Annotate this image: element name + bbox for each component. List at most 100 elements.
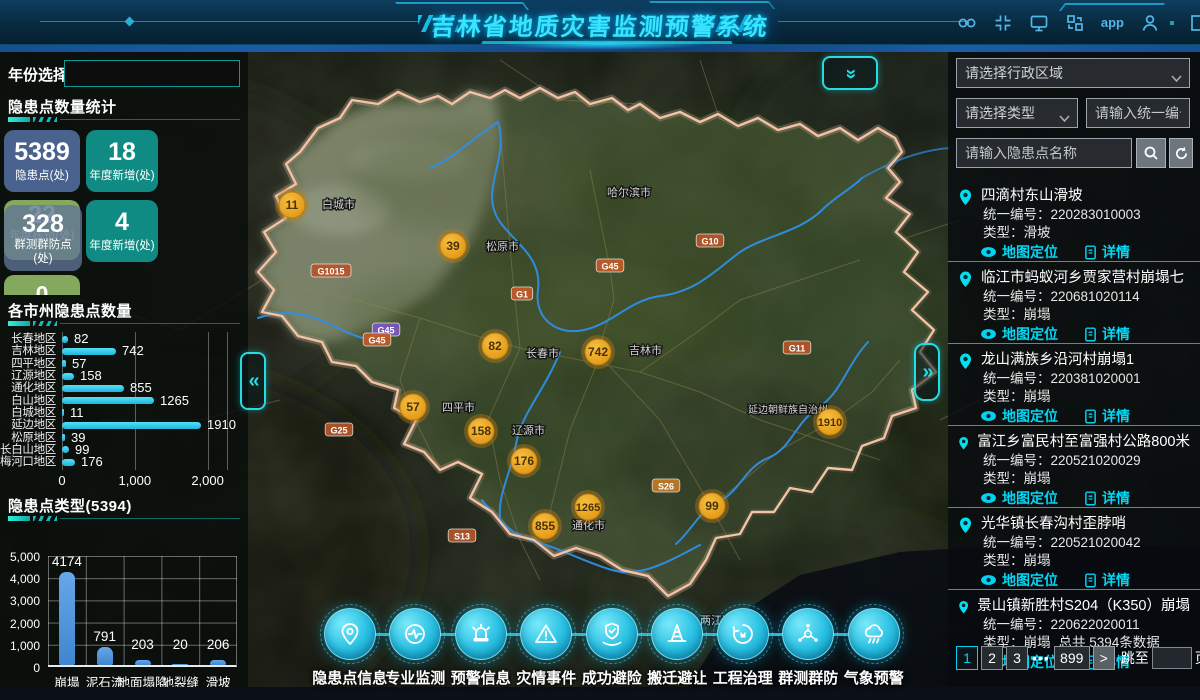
map-cluster-marker[interactable]: 855 xyxy=(528,509,562,543)
detail-link[interactable]: 详情 xyxy=(1084,407,1130,425)
name-input[interactable] xyxy=(956,138,1132,168)
user-icon[interactable] xyxy=(1140,13,1160,33)
region-chart-category: 通化地区 xyxy=(0,382,56,394)
region-select[interactable]: 请选择行政区域 xyxy=(956,58,1190,88)
detail-link[interactable]: 详情 xyxy=(1084,571,1130,589)
region-chart-row: 吉林地区742 xyxy=(0,345,248,357)
map-cluster-marker[interactable]: 1265 xyxy=(571,490,605,524)
location-pin-icon xyxy=(958,434,969,452)
stat-card-total: 5389 隐患点(处) xyxy=(4,130,80,192)
search-icon xyxy=(1143,145,1159,161)
collapse-right-button[interactable]: » xyxy=(914,343,940,401)
svg-text:S13: S13 xyxy=(454,532,470,542)
hazard-list: 四滴村东山滑坡 统一编号：220283010003 类型：滑坡 地图定位 详情 xyxy=(948,180,1200,672)
map-locate-link[interactable]: 地图定位 xyxy=(980,489,1058,507)
stat-card-new: 18 年度新增(处) xyxy=(86,130,158,192)
detail-link[interactable]: 详情 xyxy=(1084,243,1130,261)
detail-link[interactable]: 详情 xyxy=(1084,489,1130,507)
toolbar-button-monitoring[interactable]: 专业监测 xyxy=(383,608,449,696)
toolbar-label: 预警信息 xyxy=(451,667,511,688)
map-cluster-marker[interactable]: 176 xyxy=(507,444,541,478)
link-icon[interactable] xyxy=(957,13,977,33)
hazard-title: 龙山满族乡沿河村崩塌1 xyxy=(981,351,1134,370)
detail-link[interactable]: 详情 xyxy=(1084,325,1130,343)
map-cluster-marker[interactable]: 742 xyxy=(581,335,615,369)
eye-icon xyxy=(980,492,997,504)
app-label[interactable]: app xyxy=(1101,15,1124,30)
region-chart-bar xyxy=(62,446,69,453)
warning-triangle-icon xyxy=(520,608,572,660)
pagination-page-button[interactable]: 3 xyxy=(1006,646,1028,670)
type-chart-ytick: 0 xyxy=(33,661,40,675)
sync-icon[interactable] xyxy=(1065,13,1085,33)
refresh-button[interactable] xyxy=(1169,138,1193,168)
toolbar-button-successful-avoidance[interactable]: 成功避险 xyxy=(579,608,645,696)
road-badge: G1015 xyxy=(311,264,351,277)
svg-text:G10: G10 xyxy=(701,237,718,247)
list-item: 光华镇长春沟村歪脖哨 统一编号：220521020042 类型：崩塌 地图定位 … xyxy=(948,508,1200,590)
exit-icon[interactable] xyxy=(1190,13,1200,33)
region-chart-value: 742 xyxy=(122,345,144,357)
hazard-title: 光华镇长春沟村歪脖哨 xyxy=(981,515,1126,534)
toolbar-button-warning-info[interactable]: 预警信息 xyxy=(448,608,514,696)
toolbar-button-group-defense[interactable]: 群测群防 xyxy=(776,608,842,696)
map-cluster-marker[interactable]: 1910 xyxy=(813,405,847,439)
pagination-page-button[interactable]: 2 xyxy=(981,646,1003,670)
network-icon xyxy=(782,608,834,660)
hazard-title: 四滴村东山滑坡 xyxy=(981,187,1083,206)
svg-text:G11: G11 xyxy=(789,344,806,354)
pagination-next-button[interactable]: > xyxy=(1093,646,1115,670)
code-input[interactable] xyxy=(1086,98,1190,128)
toolbar-button-weather-warning[interactable]: 气象预警 xyxy=(841,608,907,696)
map-locate-link[interactable]: 地图定位 xyxy=(980,407,1058,425)
region-chart-row: 松原地区39 xyxy=(0,431,248,443)
map-cluster-marker[interactable]: 57 xyxy=(396,390,430,424)
search-button[interactable] xyxy=(1136,138,1166,168)
stat-card-group-defense: 328 群测群防点 (处) xyxy=(4,205,82,271)
toolbar-button-engineering[interactable]: 工程治理 xyxy=(710,608,776,696)
chevron-double-right-icon: » xyxy=(922,361,931,384)
svg-text:1910: 1910 xyxy=(818,417,842,429)
map-cluster-marker[interactable]: 11 xyxy=(275,188,309,222)
region-chart-value: 82 xyxy=(74,333,88,345)
toolbar-button-relocation[interactable]: 搬迁避让 xyxy=(645,608,711,696)
pagination-last-page[interactable]: 899 xyxy=(1054,646,1090,670)
pagination-jump-input[interactable] xyxy=(1152,647,1192,669)
hazard-code-row: 统一编号：220521020042 xyxy=(983,534,1190,552)
collapse-top-button[interactable]: » xyxy=(822,56,878,90)
fullscreen-exit-icon[interactable] xyxy=(993,13,1013,33)
city-label: 白城市 xyxy=(322,197,355,211)
location-pin-icon xyxy=(958,188,973,206)
toolbar-label: 搬迁避让 xyxy=(647,667,707,688)
toolbar-label: 群测群防 xyxy=(778,667,838,688)
svg-text:G1015: G1015 xyxy=(317,267,344,277)
map-cluster-marker[interactable]: 99 xyxy=(695,489,729,523)
toolbar-label: 成功避险 xyxy=(582,667,642,688)
monitor-icon[interactable] xyxy=(1029,13,1049,33)
region-chart-bar xyxy=(62,422,201,429)
type-chart-bar xyxy=(97,647,113,665)
type-select[interactable]: 请选择类型 xyxy=(956,98,1078,128)
pagination-page-button[interactable]: 1 xyxy=(956,646,978,670)
pin-icon xyxy=(324,608,376,660)
svg-text:57: 57 xyxy=(406,400,420,414)
collapse-left-button[interactable]: « xyxy=(240,352,266,410)
map-cluster-marker[interactable]: 39 xyxy=(436,229,470,263)
region-chart-category: 辽源地区 xyxy=(0,370,56,382)
region-chart-row: 白山地区1265 xyxy=(0,394,248,406)
toolbar-button-disaster-events[interactable]: 灾情事件 xyxy=(514,608,580,696)
toolbar-button-hazard-info[interactable]: 隐患点信息 xyxy=(317,608,383,696)
region-chart-row: 梅河口地区176 xyxy=(0,456,248,468)
region-chart-category: 长春地区 xyxy=(0,333,56,345)
year-input[interactable] xyxy=(64,60,240,87)
map-locate-link[interactable]: 地图定位 xyxy=(980,571,1058,589)
map-cluster-marker[interactable]: 82 xyxy=(478,329,512,363)
map-locate-link[interactable]: 地图定位 xyxy=(980,325,1058,343)
svg-text:39: 39 xyxy=(446,239,460,253)
svg-text:S26: S26 xyxy=(658,482,674,492)
map-cluster-marker[interactable]: 158 xyxy=(464,414,498,448)
map-locate-link[interactable]: 地图定位 xyxy=(980,243,1058,261)
type-chart-value: 4174 xyxy=(45,554,89,569)
eye-icon xyxy=(980,328,997,340)
list-item: 龙山满族乡沿河村崩塌1 统一编号：220381020001 类型：崩塌 地图定位… xyxy=(948,344,1200,426)
